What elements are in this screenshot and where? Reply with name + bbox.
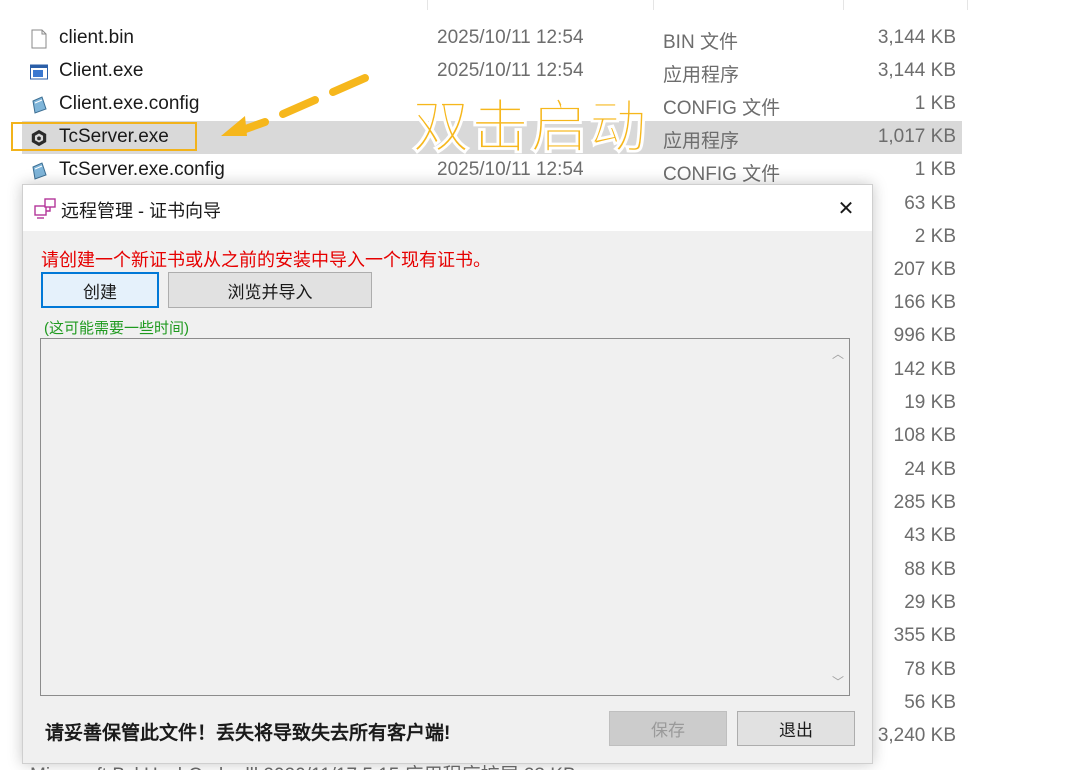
scroll-down-icon[interactable]: ﹀ <box>827 670 849 692</box>
file-row[interactable]: client.bin 2025/10/11 12:54 BIN 文件 3,144… <box>22 22 962 55</box>
annotation-label: 双击启动 <box>411 93 649 162</box>
file-size: 1 KB <box>914 93 956 114</box>
exit-button[interactable]: 退出 <box>737 711 855 746</box>
file-date: 2025/10/11 12:54 <box>437 60 584 81</box>
close-button[interactable]: ✕ <box>820 185 872 231</box>
highlight-box <box>11 122 197 151</box>
annotation-arrow-icon <box>221 74 369 136</box>
config-file-icon <box>32 96 47 114</box>
create-button-label: 创建 <box>83 282 117 302</box>
save-button[interactable]: 保存 <box>609 711 727 746</box>
warning-text: 请妥善保管此文件！丢失将导致失去所有客户端! <box>45 723 451 744</box>
exit-button-label: 退出 <box>779 721 813 740</box>
hint-text: (这可能需要一些时间) <box>44 320 189 337</box>
save-button-label: 保存 <box>651 721 685 740</box>
instruction-text: 请创建一个新证书或从之前的安装中导入一个现有证书。 <box>41 250 491 270</box>
column-separator[interactable] <box>427 0 428 10</box>
file-date: 2025/10/11 12:54 <box>437 27 584 48</box>
certificate-output-textarea[interactable]: ︿ ﹀ <box>40 338 850 696</box>
browse-import-button[interactable]: 浏览并导入 <box>168 272 372 308</box>
file-type: 应用程序 <box>663 65 740 86</box>
generic-file-icon <box>31 29 47 49</box>
column-separator[interactable] <box>967 0 968 10</box>
file-name: Client.exe <box>59 60 144 81</box>
file-type: CONFIG 文件 <box>663 98 781 119</box>
dialog-title: 远程管理 - 证书向导 <box>61 201 221 221</box>
remote-management-icon <box>34 198 56 219</box>
file-size: 1 KB <box>914 159 956 180</box>
certificate-wizard-dialog: 远程管理 - 证书向导 ✕ 请创建一个新证书或从之前的安装中导入一个现有证书。 … <box>22 184 873 764</box>
file-size: 1,017 KB <box>877 126 956 147</box>
file-type: 应用程序 <box>663 131 740 152</box>
config-file-icon <box>32 162 47 180</box>
scroll-up-icon[interactable]: ︿ <box>827 342 849 364</box>
file-name: client.bin <box>59 27 134 48</box>
file-name: Client.exe.config <box>59 93 200 114</box>
create-button[interactable]: 创建 <box>41 272 159 308</box>
file-type: CONFIG 文件 <box>663 164 781 185</box>
exe-window-icon <box>30 64 48 80</box>
file-name: TcServer.exe.config <box>59 159 225 180</box>
file-type: BIN 文件 <box>663 32 738 53</box>
column-separator[interactable] <box>843 0 844 10</box>
file-size: 3,144 KB <box>877 27 956 48</box>
file-size: 3,144 KB <box>877 60 956 81</box>
close-icon: ✕ <box>837 197 855 220</box>
vertical-scrollbar[interactable]: ︿ ﹀ <box>827 339 849 695</box>
column-separator[interactable] <box>653 0 654 10</box>
browse-import-button-label: 浏览并导入 <box>227 282 313 302</box>
dialog-titlebar[interactable]: 远程管理 - 证书向导 ✕ <box>23 185 872 231</box>
